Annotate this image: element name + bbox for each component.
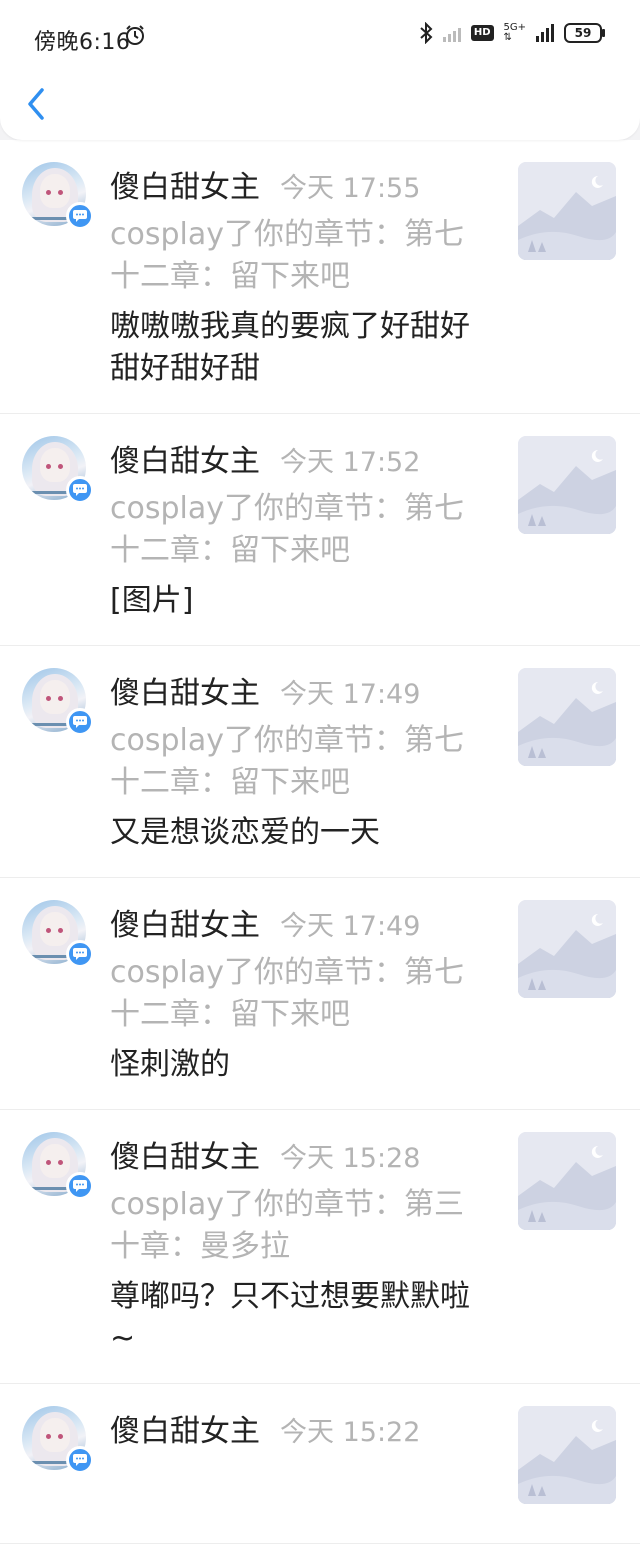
- comment-badge-icon: [66, 708, 94, 736]
- status-time: 傍晚6:16: [34, 30, 131, 55]
- message-text: 尊嘟吗？只不过想要默默啦 ~: [110, 1279, 470, 1356]
- notification-item[interactable]: 傻白甜女主 今天 17:49 cosplay了你的章节：第七十二章：留下来吧 怪刺…: [0, 878, 640, 1110]
- image-placeholder-thumbnail[interactable]: [518, 900, 616, 998]
- mountain-placeholder-icon: [518, 436, 616, 534]
- chapter-reference[interactable]: cosplay了你的章节：第七十二章：留下来吧: [110, 952, 490, 1036]
- bluetooth-icon: [420, 22, 433, 44]
- mountain-placeholder-icon: [518, 1132, 616, 1230]
- comment-badge-icon: [66, 1172, 94, 1200]
- notification-content: 傻白甜女主 今天 17:52 cosplay了你的章节：第七十二章：留下来吧 [图…: [110, 436, 490, 622]
- mountain-placeholder-icon: [518, 1406, 616, 1504]
- timestamp: 今天 17:52: [280, 447, 421, 478]
- notification-content: 傻白甜女主 今天 15:22: [110, 1406, 490, 1458]
- message-text: [图片]: [110, 583, 194, 618]
- user-name[interactable]: 傻白甜女主: [110, 1414, 260, 1449]
- notification-item[interactable]: 傻白甜女主 今天 15:22: [0, 1384, 640, 1544]
- data-arrows-icon: ⇅: [503, 32, 512, 43]
- user-name[interactable]: 傻白甜女主: [110, 444, 260, 479]
- chapter-reference[interactable]: cosplay了你的章节：第七十二章：留下来吧: [110, 720, 490, 804]
- battery-level: 59: [574, 26, 592, 40]
- notification-content: 傻白甜女主 今天 17:55 cosplay了你的章节：第七十二章：留下来吧 嗷嗷…: [110, 162, 490, 390]
- chapter-reference[interactable]: cosplay了你的章节：第七十二章：留下来吧: [110, 214, 490, 298]
- image-placeholder-thumbnail[interactable]: [518, 1406, 616, 1504]
- signal-icon-sim2: [536, 24, 554, 42]
- status-bar: 傍晚6:16 HD 5G+ ⇅ 59: [0, 0, 640, 74]
- user-name[interactable]: 傻白甜女主: [110, 676, 260, 711]
- chapter-reference[interactable]: cosplay了你的章节：第七十二章：留下来吧: [110, 488, 490, 572]
- notification-content: 傻白甜女主 今天 17:49 cosplay了你的章节：第七十二章：留下来吧 怪刺…: [110, 900, 490, 1086]
- comment-badge-icon: [66, 940, 94, 968]
- battery-icon: 59: [564, 23, 605, 43]
- timestamp: 今天 17:49: [280, 911, 421, 942]
- notification-content: 傻白甜女主 今天 17:49 cosplay了你的章节：第七十二章：留下来吧 又是…: [110, 668, 490, 854]
- timestamp: 今天 15:28: [280, 1143, 421, 1174]
- comment-badge-icon: [66, 476, 94, 504]
- alarm-icon: [126, 25, 144, 45]
- comment-badge-icon: [66, 202, 94, 230]
- timestamp: 今天 17:55: [280, 173, 421, 204]
- image-placeholder-thumbnail[interactable]: [518, 162, 616, 260]
- message-text: 怪刺激的: [110, 1047, 230, 1082]
- user-name[interactable]: 傻白甜女主: [110, 1140, 260, 1175]
- user-name[interactable]: 傻白甜女主: [110, 170, 260, 205]
- mountain-placeholder-icon: [518, 162, 616, 260]
- image-placeholder-thumbnail[interactable]: [518, 668, 616, 766]
- notification-item[interactable]: 傻白甜女主 今天 17:55 cosplay了你的章节：第七十二章：留下来吧 嗷嗷…: [0, 140, 640, 414]
- image-placeholder-thumbnail[interactable]: [518, 436, 616, 534]
- notification-item[interactable]: 傻白甜女主 今天 17:52 cosplay了你的章节：第七十二章：留下来吧 [图…: [0, 414, 640, 646]
- network-type: 5G+ ⇅: [504, 23, 527, 43]
- user-name[interactable]: 傻白甜女主: [110, 908, 260, 943]
- notification-item[interactable]: 傻白甜女主 今天 17:49 cosplay了你的章节：第七十二章：留下来吧 又是…: [0, 646, 640, 878]
- comment-badge-icon: [66, 1446, 94, 1474]
- image-placeholder-thumbnail[interactable]: [518, 1132, 616, 1230]
- chapter-reference[interactable]: cosplay了你的章节：第三十章：曼多拉: [110, 1184, 490, 1268]
- mountain-placeholder-icon: [518, 900, 616, 998]
- message-text: 嗷嗷嗷我真的要疯了好甜好甜好甜好甜: [110, 309, 470, 386]
- notification-item[interactable]: 傻白甜女主 今天 15:28 cosplay了你的章节：第三十章：曼多拉 尊嘟吗？…: [0, 1110, 640, 1384]
- timestamp: 今天 17:49: [280, 679, 421, 710]
- mountain-placeholder-icon: [518, 668, 616, 766]
- notification-content: 傻白甜女主 今天 15:28 cosplay了你的章节：第三十章：曼多拉 尊嘟吗？…: [110, 1132, 490, 1360]
- notification-list: 傻白甜女主 今天 17:55 cosplay了你的章节：第七十二章：留下来吧 嗷嗷…: [0, 140, 640, 1544]
- chevron-left-icon[interactable]: [22, 86, 50, 122]
- message-text: 又是想谈恋爱的一天: [110, 815, 380, 850]
- signal-icon-sim1: [442, 24, 461, 42]
- top-bar: 傍晚6:16 HD 5G+ ⇅ 59: [0, 0, 640, 140]
- status-icons: HD 5G+ ⇅ 59: [419, 22, 605, 44]
- timestamp: 今天 15:22: [280, 1417, 421, 1448]
- hd-icon: HD: [470, 25, 494, 41]
